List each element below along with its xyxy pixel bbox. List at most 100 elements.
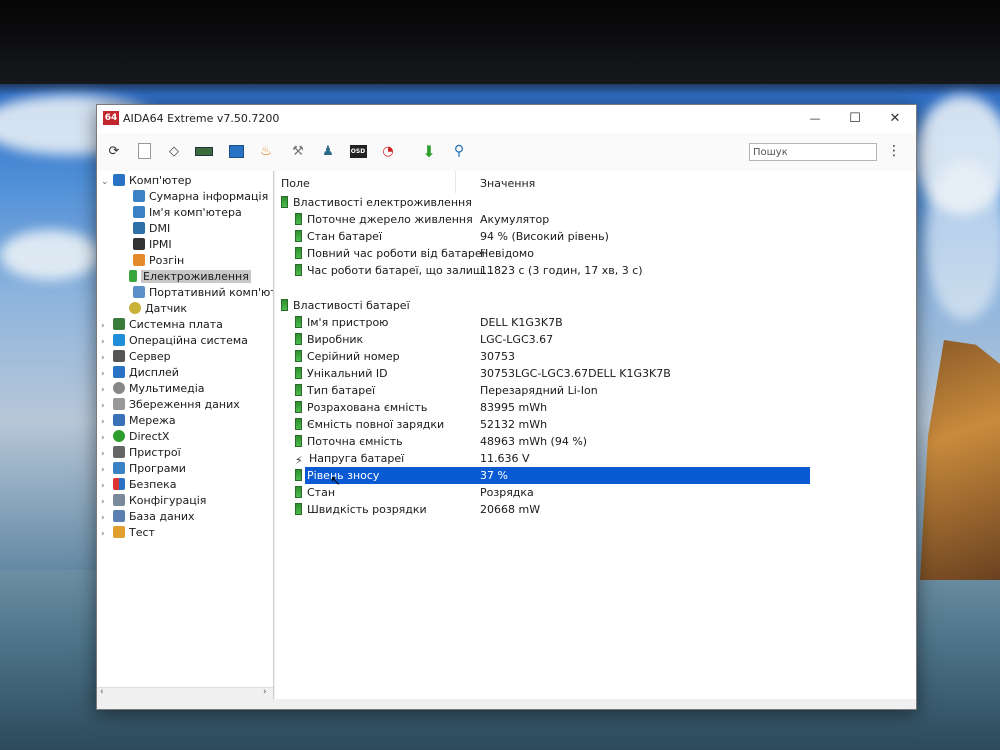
scroll-left-icon[interactable]: ‹ — [100, 687, 104, 697]
battery-icon — [295, 247, 302, 259]
benchmark-icon — [113, 526, 125, 538]
tree-item-sensor[interactable]: Датчик — [127, 301, 187, 317]
window-title: AIDA64 Extreme v7.50.7200 — [123, 112, 280, 125]
window-bottom-edge — [97, 699, 916, 709]
software-icon — [113, 462, 125, 474]
chevron-right-icon[interactable]: › — [101, 382, 111, 398]
tree-group-server[interactable]: › Сервер — [101, 349, 171, 365]
battery-icon — [281, 299, 288, 311]
chevron-right-icon[interactable]: › — [101, 446, 111, 462]
chevron-right-icon[interactable]: › — [101, 526, 111, 542]
table-row[interactable]: Розрахована ємність 83995 mWh — [295, 399, 895, 416]
tree-group-storage[interactable]: › Збереження даних — [101, 397, 240, 413]
tree-item-computer-name[interactable]: Ім'я комп'ютера — [131, 205, 242, 221]
tree-group-software[interactable]: › Програми — [101, 461, 186, 477]
tree-item-dmi[interactable]: DMI — [131, 221, 170, 237]
chevron-right-icon[interactable]: › — [101, 478, 111, 494]
windows-icon — [113, 334, 125, 346]
chevron-right-icon[interactable]: › — [101, 318, 111, 334]
section-header[interactable]: Властивості електроживлення — [281, 194, 472, 211]
table-row[interactable]: Ємність повної зарядки 52132 mWh — [295, 416, 895, 433]
table-row[interactable]: Тип батареї Перезарядний Li-Ion — [295, 382, 895, 399]
tree-horizontal-scrollbar[interactable]: ‹ › — [97, 687, 273, 699]
table-row[interactable]: Поточне джерело живлення Акумулятор — [295, 211, 895, 228]
osd-icon[interactable]: OSD — [349, 142, 367, 160]
tree-item-ipmi[interactable]: IPMI — [131, 237, 172, 253]
chevron-right-icon[interactable]: › — [101, 398, 111, 414]
column-header-value[interactable]: Значення — [480, 177, 535, 190]
battery-icon — [295, 503, 302, 515]
table-row-selected[interactable]: Рівень зносу 37 % — [295, 467, 895, 484]
maximize-button[interactable]: ☐ — [840, 109, 870, 129]
display-icon — [113, 366, 125, 378]
table-row[interactable]: Ім'я пристрою DELL K1G3K7B — [295, 314, 895, 331]
laptop-icon — [133, 286, 145, 298]
tree-group-benchmark[interactable]: › Тест — [101, 525, 155, 541]
table-row[interactable]: Повний час роботи від батареї Невідомо — [295, 245, 895, 262]
more-options-icon[interactable]: ⋮ — [887, 143, 901, 161]
tools-icon[interactable]: ⚒ — [289, 142, 307, 160]
tree-group-directx[interactable]: › DirectX — [101, 429, 169, 445]
close-button[interactable]: ✕ — [880, 109, 910, 129]
table-row[interactable]: ⚡ Напруга батареї 11.636 V — [295, 450, 895, 467]
table-row[interactable]: Виробник LGC-LGC3.67 — [295, 331, 895, 348]
flame-icon[interactable]: ♨ — [257, 142, 275, 160]
chevron-right-icon[interactable]: › — [101, 350, 111, 366]
table-row[interactable]: Серійний номер 30753 — [295, 348, 895, 365]
chevron-down-icon[interactable]: ⌄ — [101, 174, 111, 190]
chevron-right-icon[interactable]: › — [101, 334, 111, 350]
chevron-right-icon[interactable]: › — [101, 366, 111, 382]
tree-group-motherboard[interactable]: › Системна плата — [101, 317, 223, 333]
xbox-icon — [113, 430, 125, 442]
tree-group-network[interactable]: › Мережа — [101, 413, 176, 429]
tree-item-summary[interactable]: Сумарна інформація — [131, 189, 268, 205]
table-row[interactable]: Поточна ємність 48963 mWh (94 %) — [295, 433, 895, 450]
refresh-icon[interactable]: ⟳ — [105, 142, 123, 160]
download-icon[interactable]: ⬇ — [420, 142, 438, 161]
computer-icon[interactable] — [227, 142, 245, 160]
table-row[interactable]: Стан батареї 94 % (Високий рівень) — [295, 228, 895, 245]
table-row[interactable]: Стан Розрядка — [295, 484, 895, 501]
network-icon[interactable]: ◇ — [165, 142, 183, 160]
section-header[interactable]: Властивості батареї — [281, 297, 410, 314]
lightning-icon: ⚡ — [295, 454, 303, 467]
battery-icon — [295, 316, 302, 328]
tree-group-database[interactable]: › База даних — [101, 509, 195, 525]
tree-group-multimedia[interactable]: › Мультимедіа — [101, 381, 205, 397]
scroll-right-icon[interactable]: › — [263, 687, 267, 697]
tree-item-power[interactable]: Електроживлення — [127, 269, 251, 285]
battery-icon — [295, 401, 302, 413]
table-row[interactable]: Унікальний ID 30753LGC-LGC3.67DELL K1G3K7… — [295, 365, 895, 382]
battery-icon — [295, 230, 302, 242]
minimize-button[interactable]: — — [800, 109, 830, 129]
computer-name-icon — [133, 206, 145, 218]
search-input[interactable]: Пошук — [749, 143, 877, 161]
tree-item-portable[interactable]: Портативний комп'ютер — [131, 285, 273, 301]
table-row[interactable]: Швидкість розрядки 20668 mW — [295, 501, 895, 518]
column-divider[interactable] — [455, 171, 456, 193]
tree-group-display[interactable]: › Дисплей — [101, 365, 179, 381]
table-row[interactable]: Час роботи батареї, що залиш... 11823 с (… — [295, 262, 895, 279]
summary-icon — [133, 190, 145, 202]
search-icon[interactable]: ⚲ — [450, 142, 468, 160]
title-bar[interactable]: 64 AIDA64 Extreme v7.50.7200 — ☐ ✕ — [97, 105, 916, 133]
tree-group-config[interactable]: › Конфігурація — [101, 493, 206, 509]
chevron-right-icon[interactable]: › — [101, 494, 111, 510]
chevron-right-icon[interactable]: › — [101, 462, 111, 478]
chevron-right-icon[interactable]: › — [101, 510, 111, 526]
chevron-right-icon[interactable]: › — [101, 430, 111, 446]
tree-item-overclock[interactable]: Розгін — [131, 253, 184, 269]
user-icon[interactable]: ♟ — [319, 142, 337, 160]
tree-group-os[interactable]: › Операційна система — [101, 333, 248, 349]
report-icon[interactable] — [135, 142, 153, 160]
tree-group-devices[interactable]: › Пристрої — [101, 445, 181, 461]
tree-item-computer[interactable]: ⌄ Комп'ютер — [101, 173, 191, 189]
screen-bezel — [0, 0, 1000, 84]
chevron-right-icon[interactable]: › — [101, 414, 111, 430]
memory-icon[interactable] — [195, 142, 213, 160]
tree-group-security[interactable]: › Безпека — [101, 477, 177, 493]
background-cliff — [920, 340, 1000, 580]
battery-icon — [295, 418, 302, 430]
gauge-icon[interactable]: ◔ — [379, 142, 397, 160]
column-header-field[interactable]: Поле — [281, 177, 310, 190]
